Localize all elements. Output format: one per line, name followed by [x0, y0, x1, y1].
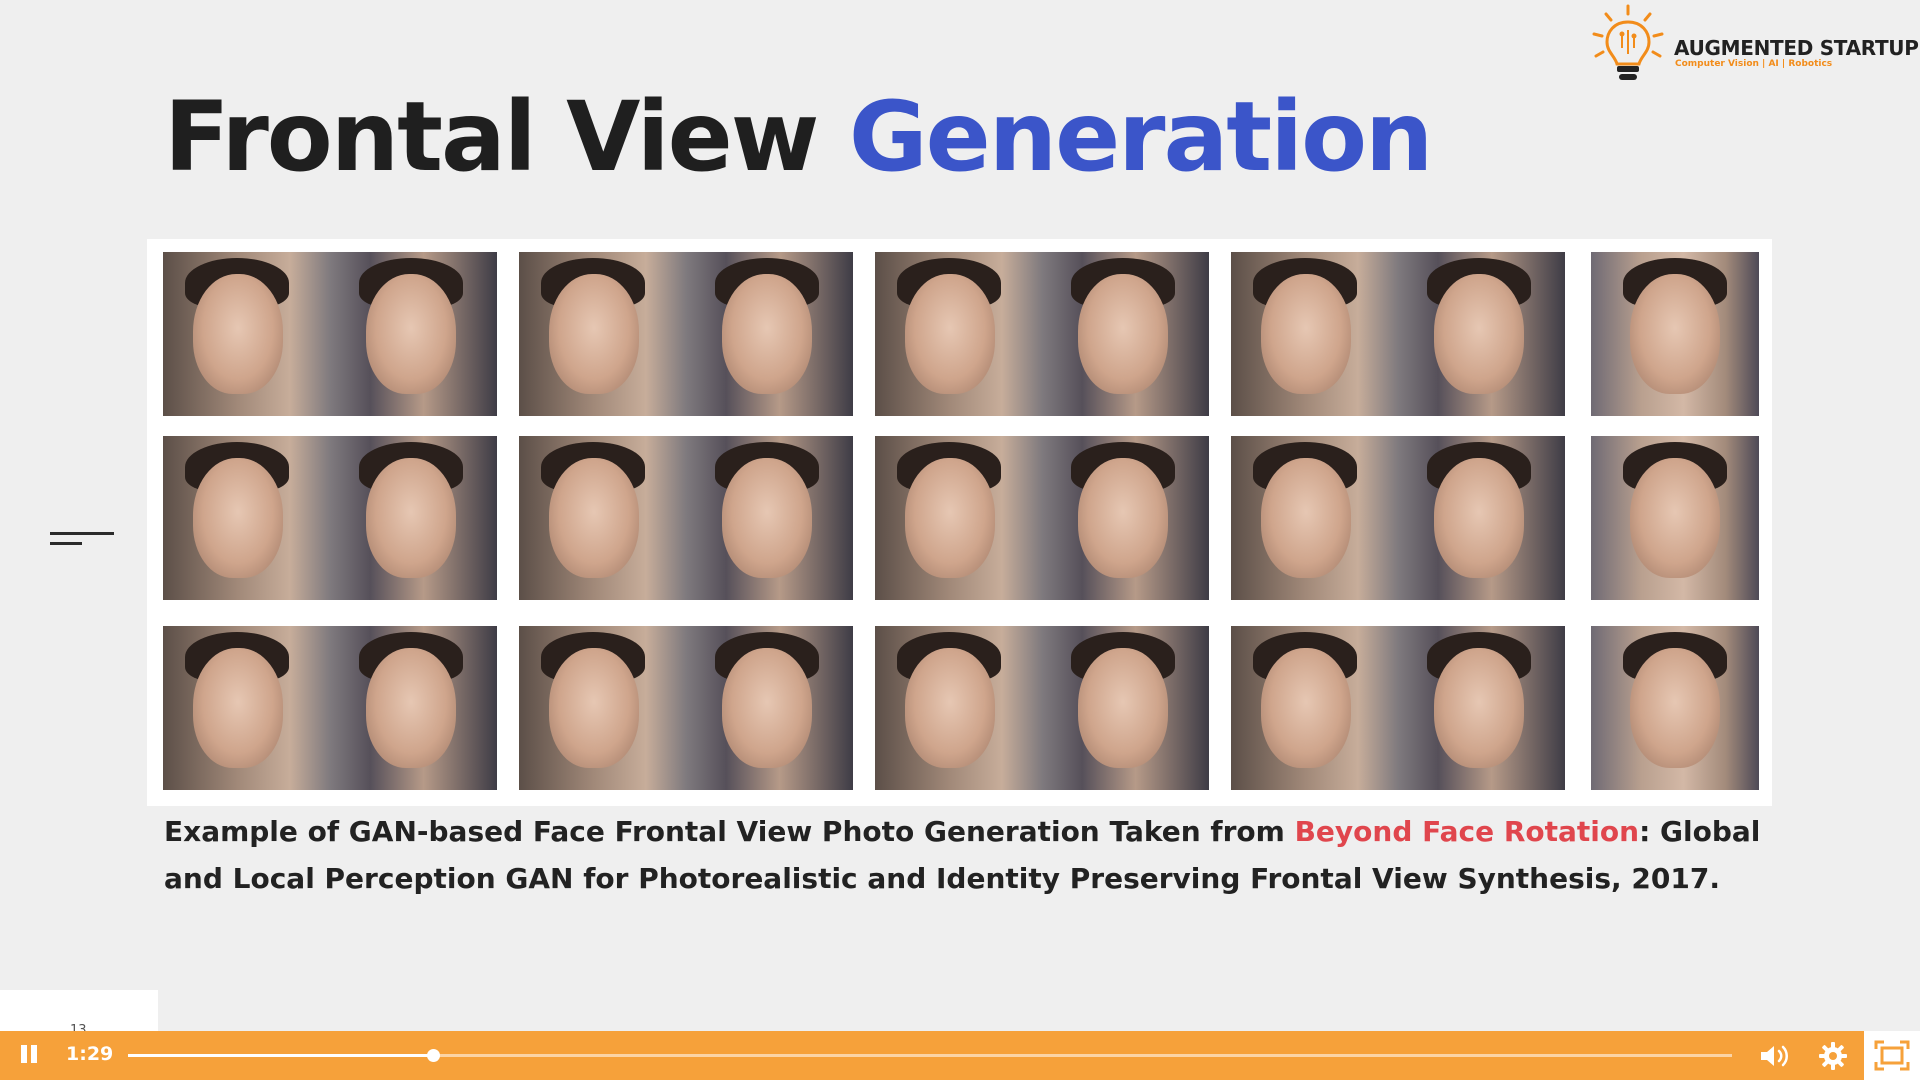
face-pair [875, 252, 1209, 416]
lightbulb-icon [1592, 4, 1664, 80]
fullscreen-icon [1874, 1040, 1910, 1071]
volume-icon[interactable] [1758, 1042, 1792, 1070]
progress-fill [128, 1054, 433, 1057]
face-ground-truth [1591, 252, 1759, 416]
gear-icon[interactable] [1818, 1041, 1848, 1071]
title-part-1: Frontal View [164, 81, 819, 193]
progress-knob[interactable] [426, 1049, 440, 1062]
playback-time: 1:29 [66, 1043, 114, 1065]
face-pair [1231, 436, 1565, 600]
progress-track[interactable] [128, 1049, 1732, 1062]
brand-tagline: Computer Vision | AI | Robotics [1675, 59, 1833, 69]
face-grid-figure [147, 239, 1772, 806]
face-pair [1231, 252, 1565, 416]
decorative-dash [50, 532, 114, 550]
face-pair [519, 436, 853, 600]
video-player-bar: 1:29 [0, 1031, 1920, 1080]
slide: AUGMENTED STARTUPS Computer Vision | AI … [0, 0, 1920, 1080]
page-title: Frontal View Generation [164, 81, 1434, 193]
brand-logo: AUGMENTED STARTUPS Computer Vision | AI … [1588, 4, 1920, 88]
fullscreen-button[interactable] [1864, 1031, 1920, 1080]
pause-icon[interactable] [18, 1045, 40, 1067]
face-pair [875, 436, 1209, 600]
face-pair [519, 252, 853, 416]
face-pair [163, 626, 497, 790]
title-part-2: Generation [848, 81, 1434, 193]
face-pair [519, 626, 853, 790]
figure-caption: Example of GAN-based Face Frontal View P… [164, 808, 1764, 902]
face-pair [163, 252, 497, 416]
face-ground-truth [1591, 626, 1759, 790]
caption-paper-link[interactable]: Beyond Face Rotation [1295, 815, 1640, 848]
face-pair [163, 436, 497, 600]
face-pair [875, 626, 1209, 790]
face-pair [1231, 626, 1565, 790]
brand-name: AUGMENTED STARTUPS [1674, 36, 1920, 60]
face-ground-truth [1591, 436, 1759, 600]
caption-text-start: Example of GAN-based Face Frontal View P… [164, 815, 1295, 848]
